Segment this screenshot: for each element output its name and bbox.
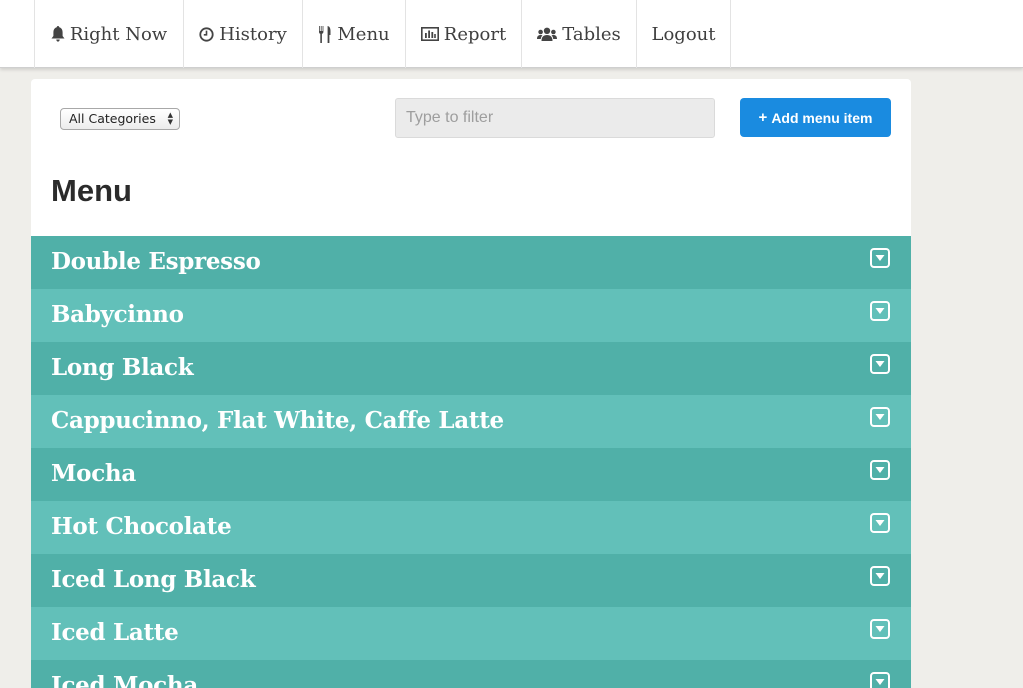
menu-item-row[interactable]: Cappucinno, Flat White, Caffe Latte (31, 395, 911, 448)
menu-panel: All Categories ▲▼ + Add menu item Menu D… (31, 79, 911, 688)
page-title: Menu (51, 173, 132, 208)
nav-report[interactable]: Report (405, 0, 521, 68)
add-menu-item-label: Add menu item (771, 109, 873, 126)
nav-menu[interactable]: Menu (302, 0, 405, 68)
menu-item-name: Hot Chocolate (51, 513, 232, 540)
menu-item-name: Double Espresso (51, 248, 261, 275)
select-arrows-icon: ▲ ▼ (167, 111, 173, 126)
expand-toggle-icon[interactable] (870, 619, 890, 639)
menu-item-row[interactable]: Long Black (31, 342, 911, 395)
category-select-value: All Categories (69, 111, 156, 126)
menu-list: Double Espresso Babycinno Long Black Cap… (31, 236, 911, 688)
filter-input[interactable] (395, 98, 715, 138)
add-menu-item-button[interactable]: + Add menu item (740, 98, 891, 137)
nav-tables[interactable]: Tables (521, 0, 636, 68)
expand-toggle-icon[interactable] (870, 301, 890, 321)
menu-item-name: Long Black (51, 354, 194, 381)
menu-item-row[interactable]: Iced Mocha (31, 660, 911, 688)
nav-logout-label: Logout (651, 23, 716, 45)
clock-icon (199, 26, 214, 42)
menu-item-row[interactable]: Double Espresso (31, 236, 911, 289)
menu-item-row[interactable]: Hot Chocolate (31, 501, 911, 554)
menu-item-row[interactable]: Iced Latte (31, 607, 911, 660)
expand-toggle-icon[interactable] (870, 460, 890, 480)
plus-icon: + (758, 109, 768, 126)
menu-item-row[interactable]: Iced Long Black (31, 554, 911, 607)
bell-icon (51, 26, 65, 42)
menu-item-row[interactable]: Mocha (31, 448, 911, 501)
expand-toggle-icon[interactable] (870, 513, 890, 533)
nav-history-label: History (219, 23, 287, 45)
menu-item-row[interactable]: Babycinno (31, 289, 911, 342)
menu-item-name: Iced Long Black (51, 566, 256, 593)
nav-right-now-label: Right Now (69, 23, 168, 45)
expand-toggle-icon[interactable] (870, 354, 890, 374)
menu-item-name: Cappucinno, Flat White, Caffe Latte (51, 407, 504, 434)
nav-items: Right Now History Menu Report Tables Log… (34, 0, 731, 68)
group-icon (537, 27, 558, 42)
nav-tables-label: Tables (562, 23, 621, 45)
nav-right-now[interactable]: Right Now (34, 0, 183, 68)
nav-menu-label: Menu (337, 23, 390, 45)
expand-toggle-icon[interactable] (870, 566, 890, 586)
expand-toggle-icon[interactable] (870, 672, 890, 688)
menu-item-name: Iced Latte (51, 619, 179, 646)
nav-logout[interactable]: Logout (636, 0, 731, 68)
expand-toggle-icon[interactable] (870, 407, 890, 427)
menu-item-name: Mocha (51, 460, 136, 487)
expand-toggle-icon[interactable] (870, 248, 890, 268)
category-select[interactable]: All Categories ▲ ▼ (60, 108, 180, 130)
top-navigation: Right Now History Menu Report Tables Log… (0, 0, 1023, 68)
menu-item-name: Babycinno (51, 301, 184, 328)
nav-history[interactable]: History (183, 0, 302, 68)
menu-item-name: Iced Mocha (51, 672, 198, 688)
nav-report-label: Report (443, 23, 507, 45)
bar-chart-icon (420, 27, 439, 41)
cutlery-icon (318, 25, 332, 43)
